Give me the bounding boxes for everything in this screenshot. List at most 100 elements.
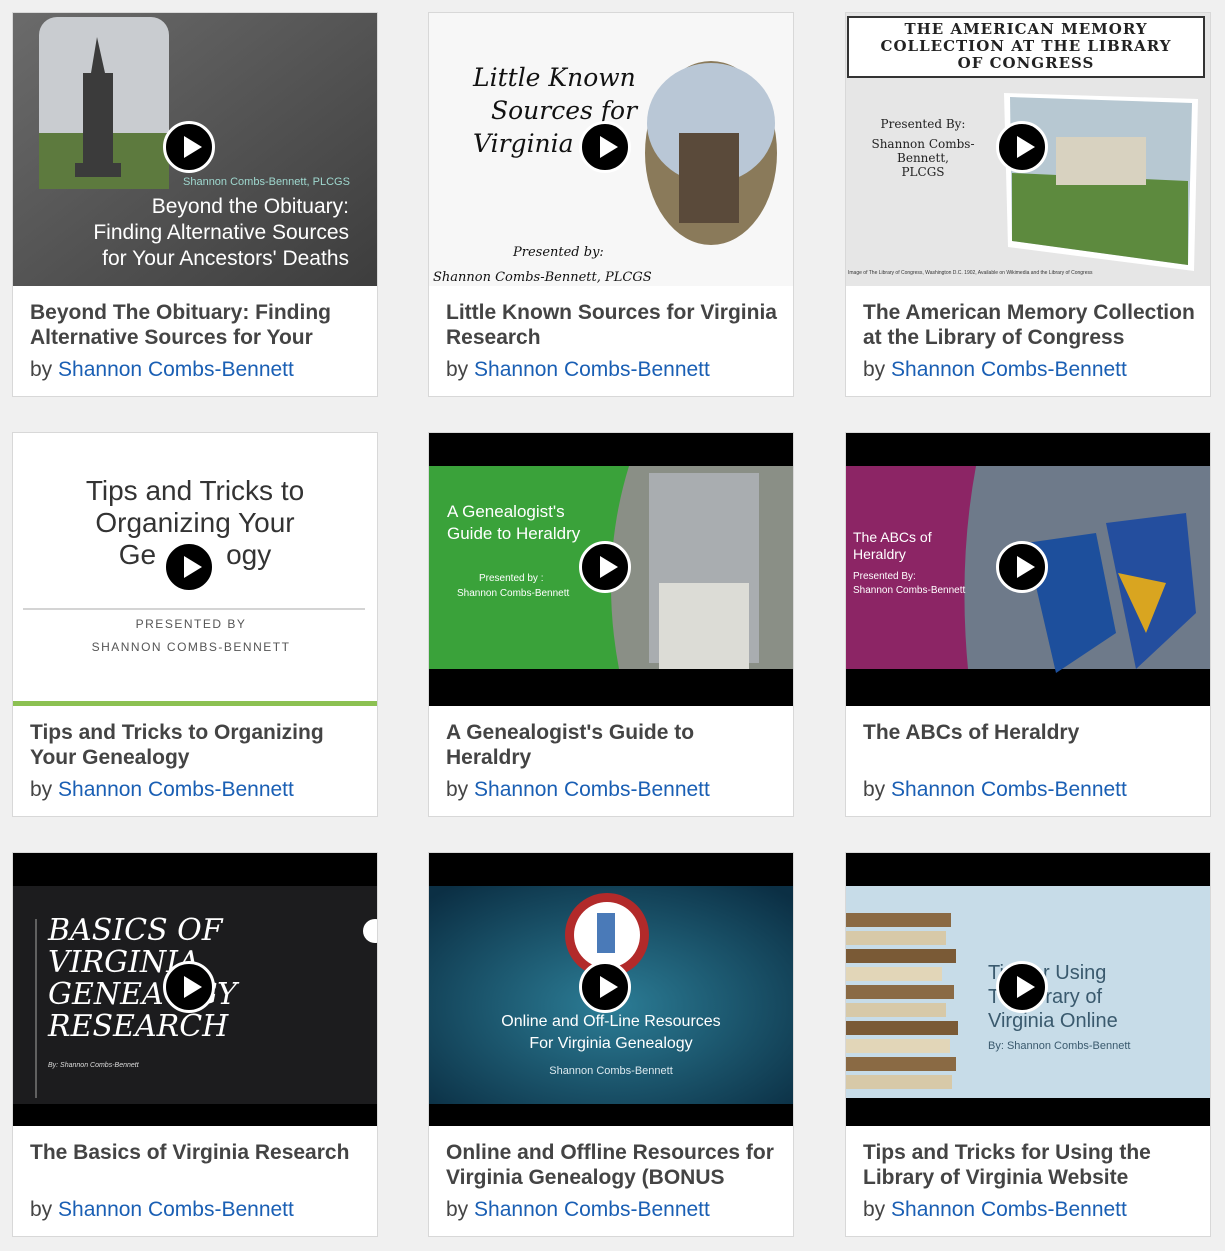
author-link[interactable]: Shannon Combs-Bennett bbox=[891, 1198, 1127, 1221]
thumbnail-title: A Genealogist's Guide to Heraldry bbox=[447, 501, 580, 545]
thumbnail-presented-label: Presented By: bbox=[880, 117, 966, 131]
byline: by Shannon Combs-Bennett bbox=[30, 778, 294, 802]
thumbnail-presented-label: Presented by : bbox=[479, 573, 544, 584]
thumbnail-title-line: Tips and Tricks to bbox=[85, 475, 305, 506]
thumbnail-title: Online and Off-Line Resources For Virgin… bbox=[429, 1011, 793, 1055]
thumbnail-presenter: Shannon Combs-Bennett bbox=[853, 585, 966, 596]
byline-prefix: by bbox=[863, 358, 886, 381]
thumbnail-title-line: COLLECTION AT THE LIBRARY bbox=[880, 37, 1172, 55]
video-thumbnail[interactable]: Tips and Tricks to Organizing Your Ge ogy… bbox=[13, 433, 377, 706]
byline: by Shannon Combs-Bennett bbox=[446, 1198, 710, 1222]
video-thumbnail[interactable]: A Genealogist's Guide to Heraldry Presen… bbox=[429, 433, 793, 706]
play-button-icon[interactable] bbox=[996, 121, 1048, 173]
thumbnail-title-line: Organizing Your bbox=[95, 507, 295, 538]
video-card[interactable]: Online and Off-Line Resources For Virgin… bbox=[428, 852, 794, 1237]
author-link[interactable]: Shannon Combs-Bennett bbox=[474, 1198, 710, 1221]
play-button-icon[interactable] bbox=[579, 121, 631, 173]
video-title[interactable]: Tips and Tricks for Using the Library of… bbox=[863, 1140, 1198, 1192]
video-thumbnail[interactable]: BASICS OF VIRGINIA GENEA GY RESEARCH By: … bbox=[13, 853, 377, 1126]
thumbnail-title-line: BASICS OF bbox=[48, 913, 223, 948]
video-card[interactable]: A Genealogist's Guide to Heraldry Presen… bbox=[428, 432, 794, 817]
byline: by Shannon Combs-Bennett bbox=[446, 358, 710, 382]
play-button-icon[interactable] bbox=[163, 541, 215, 593]
byline-prefix: by bbox=[446, 1198, 469, 1221]
play-button-icon[interactable] bbox=[996, 961, 1048, 1013]
author-link[interactable]: Shannon Combs-Bennett bbox=[891, 358, 1127, 381]
thumbnail-title-line: Heraldry bbox=[853, 546, 906, 562]
thumbnail-title-line: for Your Ancestors' Deaths bbox=[102, 247, 349, 270]
thumbnail-title-fragment: GENEA bbox=[48, 977, 164, 1012]
video-thumbnail[interactable]: THE AMERICAN MEMORY COLLECTION AT THE LI… bbox=[846, 13, 1210, 286]
play-button-icon[interactable] bbox=[579, 541, 631, 593]
thumbnail-title: The ABCs of Heraldry bbox=[853, 529, 932, 563]
video-thumbnail[interactable]: Shannon Combs-Bennett, PLCGS Beyond the … bbox=[13, 13, 377, 286]
thumbnail-title-line: Little Known bbox=[473, 63, 636, 92]
thumbnail-title-line: OF CONGRESS bbox=[957, 54, 1095, 72]
byline: by Shannon Combs-Bennett bbox=[30, 358, 294, 382]
video-title[interactable]: The ABCs of Heraldry bbox=[863, 720, 1198, 772]
video-title[interactable]: Beyond The Obituary: Finding Alternative… bbox=[30, 300, 365, 352]
video-title[interactable]: The American Memory Collection at the Li… bbox=[863, 300, 1198, 352]
video-title[interactable]: Little Known Sources for Virginia Resear… bbox=[446, 300, 781, 352]
video-card[interactable]: The ABCs of Heraldry Presented By: Shann… bbox=[845, 432, 1211, 817]
video-thumbnail[interactable]: Little Known Sources for Virginia Re Pre… bbox=[429, 13, 793, 286]
thumbnail-title-line: Virginia Online bbox=[988, 1010, 1118, 1032]
thumbnail-title-line: Online and Off-Line Resources bbox=[501, 1013, 721, 1030]
video-title[interactable]: Online and Offline Resources for Virgini… bbox=[446, 1140, 781, 1192]
play-button-icon[interactable] bbox=[163, 121, 215, 173]
thumbnail-title: THE AMERICAN MEMORY COLLECTION AT THE LI… bbox=[848, 21, 1204, 72]
play-button-icon[interactable] bbox=[579, 961, 631, 1013]
thumbnail-presented-label: Presented By: bbox=[853, 571, 916, 582]
thumbnail-presenter-block: Presented By: Shannon Combs-Bennett, PLC… bbox=[848, 117, 998, 179]
video-title[interactable]: A Genealogist's Guide to Heraldry bbox=[446, 720, 781, 772]
author-link[interactable]: Shannon Combs-Bennett bbox=[58, 1198, 294, 1221]
thumbnail-presented-label: PRESENTED BY bbox=[135, 617, 247, 631]
video-card[interactable]: THE AMERICAN MEMORY COLLECTION AT THE LI… bbox=[845, 12, 1211, 397]
video-thumbnail[interactable]: The ABCs of Heraldry Presented By: Shann… bbox=[846, 433, 1210, 706]
author-link[interactable]: Shannon Combs-Bennett bbox=[58, 358, 294, 381]
video-thumbnail[interactable]: Ti or Using Tbrary of Virginia Online By:… bbox=[846, 853, 1210, 1126]
thumbnail-title-line: Finding Alternative Sources bbox=[93, 221, 349, 244]
thumbnail-presenter: By: Shannon Combs-Bennett bbox=[988, 1040, 1131, 1052]
play-button-icon[interactable] bbox=[996, 541, 1048, 593]
byline: by Shannon Combs-Bennett bbox=[863, 1198, 1127, 1222]
thumbnail-title-line: Beyond the Obituary: bbox=[151, 195, 349, 218]
thumbnail-presenter: SHANNON COMBS-BENNETT bbox=[91, 640, 291, 654]
thumbnail-caption: Image of The Library of Congress, Washin… bbox=[848, 270, 1093, 276]
author-link[interactable]: Shannon Combs-Bennett bbox=[474, 778, 710, 801]
video-card[interactable]: Little Known Sources for Virginia Re Pre… bbox=[428, 12, 794, 397]
video-card[interactable]: Shannon Combs-Bennett, PLCGS Beyond the … bbox=[12, 12, 378, 397]
byline: by Shannon Combs-Bennett bbox=[30, 1198, 294, 1222]
thumbnail-presenter: Shannon Combs-Bennett bbox=[549, 1065, 673, 1077]
play-button-icon[interactable] bbox=[163, 961, 215, 1013]
thumbnail-title-line: A Genealogist's bbox=[447, 502, 565, 521]
author-link[interactable]: Shannon Combs-Bennett bbox=[58, 778, 294, 801]
byline-prefix: by bbox=[30, 778, 53, 801]
byline: by Shannon Combs-Bennett bbox=[863, 778, 1127, 802]
byline-prefix: by bbox=[30, 1198, 53, 1221]
thumbnail-title-line: RESEARCH bbox=[48, 1009, 229, 1044]
author-link[interactable]: Shannon Combs-Bennett bbox=[891, 778, 1127, 801]
thumbnail-presenter: Shannon Combs-Bennett bbox=[457, 588, 570, 599]
author-link[interactable]: Shannon Combs-Bennett bbox=[474, 358, 710, 381]
thumbnail-presenter: Shannon Combs-Bennett, PLCGS bbox=[433, 270, 652, 285]
video-card[interactable]: Ti or Using Tbrary of Virginia Online By:… bbox=[845, 852, 1211, 1237]
video-card[interactable]: BASICS OF VIRGINIA GENEA GY RESEARCH By: … bbox=[12, 852, 378, 1237]
thumbnail-title-fragment: ogy bbox=[226, 539, 272, 570]
video-thumbnail[interactable]: Online and Off-Line Resources For Virgin… bbox=[429, 853, 793, 1126]
byline-prefix: by bbox=[863, 778, 886, 801]
video-title[interactable]: Tips and Tricks to Organizing Your Genea… bbox=[30, 720, 365, 772]
thumbnail-title: Beyond the Obituary: Finding Alternative… bbox=[93, 194, 349, 272]
thumbnail-title-line: THE AMERICAN MEMORY bbox=[904, 20, 1148, 38]
thumbnail-credential: PLCGS bbox=[901, 165, 945, 179]
video-card[interactable]: Tips and Tricks to Organizing Your Ge ogy… bbox=[12, 432, 378, 817]
byline: by Shannon Combs-Bennett bbox=[446, 778, 710, 802]
byline-prefix: by bbox=[30, 358, 53, 381]
video-title[interactable]: The Basics of Virginia Research bbox=[30, 1140, 365, 1192]
thumbnail-presented-label: Presented by: bbox=[513, 245, 604, 260]
thumbnail-title-line: The ABCs of bbox=[853, 529, 932, 545]
thumbnail-title-line: Guide to Heraldry bbox=[447, 524, 581, 543]
thumbnail-title-fragment: Ge bbox=[118, 539, 157, 570]
thumbnail-presenter-block: Presented By: Shannon Combs-Bennett bbox=[853, 570, 965, 598]
byline: by Shannon Combs-Bennett bbox=[863, 358, 1127, 382]
